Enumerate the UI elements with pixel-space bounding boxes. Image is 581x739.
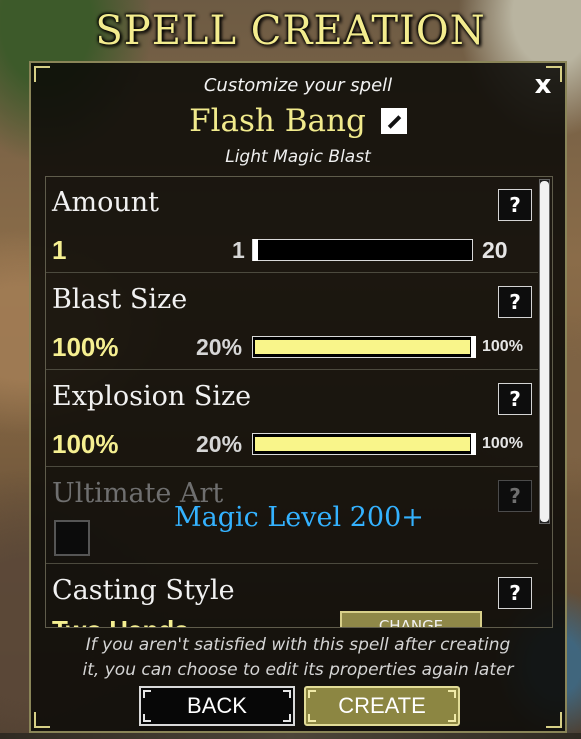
bottom-hud-strip (0, 733, 581, 739)
property-explosion-size: Explosion Size ? 100% 20% 100% (46, 371, 538, 467)
button-ornament (308, 714, 316, 722)
panel-corner-ornament (34, 712, 50, 728)
slider-handle[interactable] (253, 239, 258, 261)
property-amount: Amount ? 1 1 20 (46, 177, 538, 273)
property-label: Casting Style (52, 575, 235, 606)
property-value: 1 (52, 235, 67, 265)
range-max-label: 100% (482, 435, 523, 452)
footer-note: If you aren't satisfied with this spell … (31, 633, 565, 683)
property-blast-size: Blast Size ? 100% 20% 100% (46, 274, 538, 370)
slider-handle[interactable] (471, 433, 476, 455)
change-button[interactable]: CHANGE (340, 611, 482, 627)
property-label: Blast Size (52, 284, 188, 315)
property-value: 100% (52, 429, 119, 459)
property-casting-style: Casting Style ? Two Hands CHANGE (46, 565, 538, 627)
footer-note-line: it, you can choose to edit its propertie… (82, 660, 514, 680)
ultimate-art-checkbox[interactable] (54, 520, 90, 556)
property-ultimate-art: Ultimate Art ? Magic Level 200+ (46, 468, 538, 564)
property-label: Amount (52, 187, 159, 218)
button-ornament (308, 690, 316, 698)
customize-subtitle: Customize your spell (203, 75, 393, 96)
button-ornament (143, 714, 151, 722)
properties-scroll-area[interactable]: Amount ? 1 1 20 Blast Size ? 100% 20% 10… (45, 176, 553, 628)
help-button[interactable]: ? (498, 189, 532, 221)
blast-size-slider[interactable] (252, 336, 476, 358)
back-button[interactable]: BACK (139, 686, 295, 726)
help-button[interactable]: ? (498, 577, 532, 609)
slider-fill (255, 340, 470, 354)
help-button[interactable]: ? (498, 286, 532, 318)
property-value: 100% (52, 332, 119, 362)
casting-style-value: Two Hands (52, 615, 189, 627)
explosion-size-slider[interactable] (252, 433, 476, 455)
button-ornament (283, 714, 291, 722)
back-button-label: BACK (187, 693, 247, 718)
range-max-label: 100% (482, 338, 523, 355)
close-icon[interactable]: x (531, 72, 555, 98)
amount-slider[interactable] (252, 239, 473, 261)
panel-corner-ornament (546, 712, 562, 728)
spell-name-row: Flash Bang (31, 103, 565, 139)
range-min-label: 20% (196, 431, 243, 457)
range-min-label: 1 (232, 237, 245, 263)
help-button[interactable]: ? (498, 383, 532, 415)
range-max-label: 20 (482, 237, 508, 263)
edit-pencil-icon[interactable] (380, 108, 407, 134)
button-ornament (448, 690, 456, 698)
slider-fill (255, 437, 470, 451)
range-min-label: 20% (196, 334, 243, 360)
scrollbar-thumb[interactable] (540, 181, 549, 522)
create-button[interactable]: CREATE (304, 686, 460, 726)
property-label: Explosion Size (52, 381, 252, 412)
create-button-label: CREATE (338, 693, 426, 718)
spell-name: Flash Bang (189, 103, 366, 139)
spell-type: Light Magic Blast (225, 147, 371, 167)
button-ornament (143, 690, 151, 698)
help-button[interactable]: ? (498, 480, 532, 512)
slider-handle[interactable] (471, 336, 476, 358)
spell-creation-panel: Customize your spell x Flash Bang Light … (29, 61, 567, 733)
footer-note-line: If you aren't satisfied with this spell … (85, 635, 511, 655)
magic-level-requirement: Magic Level 200+ (174, 502, 424, 533)
button-ornament (448, 714, 456, 722)
button-ornament (283, 690, 291, 698)
spell-creation-title: SPELL CREATION (95, 8, 486, 54)
